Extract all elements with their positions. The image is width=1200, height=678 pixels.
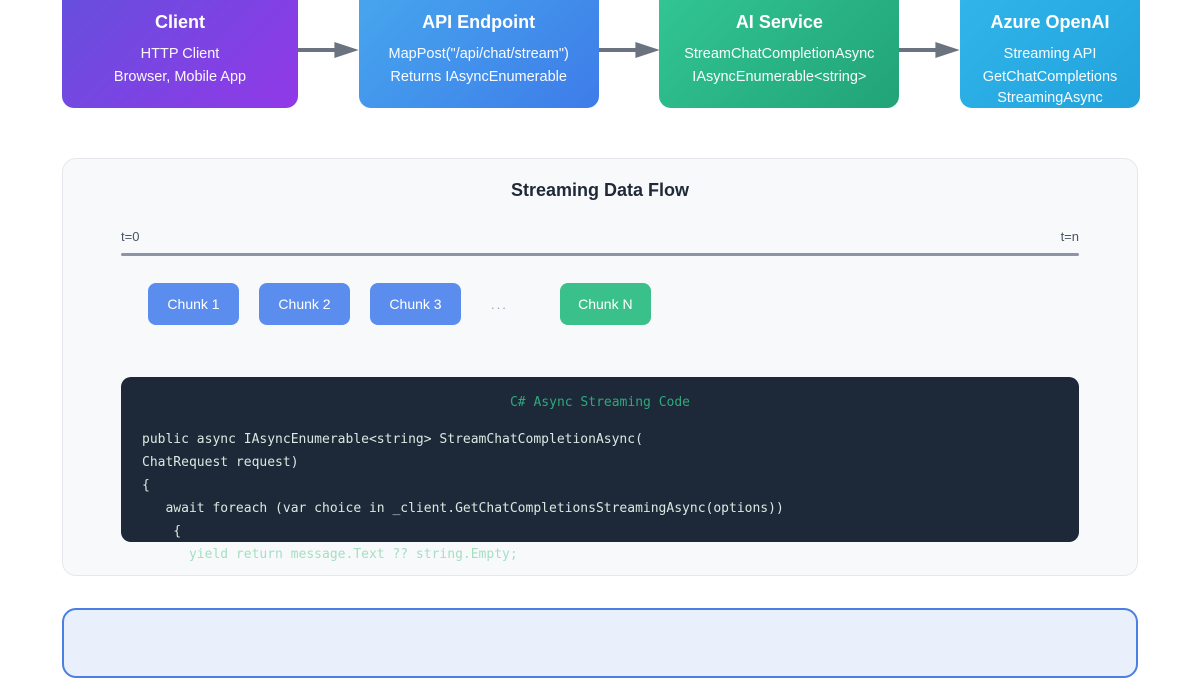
node-line: MapPost("/api/chat/stream") bbox=[371, 44, 587, 65]
node-line: HTTP Client bbox=[74, 44, 286, 65]
timeline-start-label: t=0 bbox=[121, 229, 139, 244]
streaming-data-flow-panel: Streaming Data Flow t=0 t=n Chunk 1 Chun… bbox=[62, 158, 1138, 576]
chunks-row: Chunk 1 Chunk 2 Chunk 3 ... Chunk N bbox=[148, 283, 1079, 325]
right-arrow-icon bbox=[899, 42, 960, 58]
node-line: IAsyncEnumerable<string> bbox=[671, 67, 887, 88]
bottom-panel-partial bbox=[62, 608, 1138, 678]
code-body: public async IAsyncEnumerable<string> St… bbox=[121, 428, 1079, 543]
chunk-n: Chunk N bbox=[560, 283, 651, 325]
timeline-end-label: t=n bbox=[1061, 229, 1079, 244]
flow-arrow bbox=[599, 0, 660, 108]
node-title: API Endpoint bbox=[371, 12, 587, 33]
architecture-flow: Client HTTP Client Browser, Mobile App A… bbox=[62, 0, 1140, 108]
node-title: Azure OpenAI bbox=[972, 12, 1128, 33]
flow-node-ai-service: AI Service StreamChatCompletionAsync IAs… bbox=[659, 0, 899, 108]
chunk-3: Chunk 3 bbox=[370, 283, 461, 325]
timeline-axis-line bbox=[121, 253, 1079, 256]
flow-arrow bbox=[899, 0, 960, 108]
node-title: AI Service bbox=[671, 12, 887, 33]
timeline: t=0 t=n bbox=[121, 229, 1079, 256]
chunk-1: Chunk 1 bbox=[148, 283, 239, 325]
flow-node-azure-openai: Azure OpenAI Streaming API GetChatComple… bbox=[960, 0, 1140, 108]
right-arrow-icon bbox=[599, 42, 660, 58]
code-block-title: C# Async Streaming Code bbox=[121, 377, 1079, 414]
flow-node-client: Client HTTP Client Browser, Mobile App bbox=[62, 0, 298, 108]
chunk-2: Chunk 2 bbox=[259, 283, 350, 325]
node-line: GetChatCompletions StreamingAsync bbox=[972, 67, 1128, 109]
node-line: Browser, Mobile App bbox=[74, 67, 286, 88]
node-line: StreamChatCompletionAsync bbox=[671, 44, 887, 65]
node-title: Client bbox=[74, 12, 286, 33]
flow-arrow bbox=[298, 0, 359, 108]
right-arrow-icon bbox=[298, 42, 359, 58]
flow-node-api-endpoint: API Endpoint MapPost("/api/chat/stream")… bbox=[359, 0, 599, 108]
chunk-ellipsis: ... bbox=[491, 297, 508, 312]
node-line: Streaming API bbox=[972, 44, 1128, 65]
code-overflow-line: yield return message.Text ?? string.Empt… bbox=[121, 543, 1079, 566]
node-line: Returns IAsyncEnumerable bbox=[371, 67, 587, 88]
panel-title: Streaming Data Flow bbox=[63, 180, 1137, 201]
code-block: C# Async Streaming Code public async IAs… bbox=[121, 377, 1079, 542]
